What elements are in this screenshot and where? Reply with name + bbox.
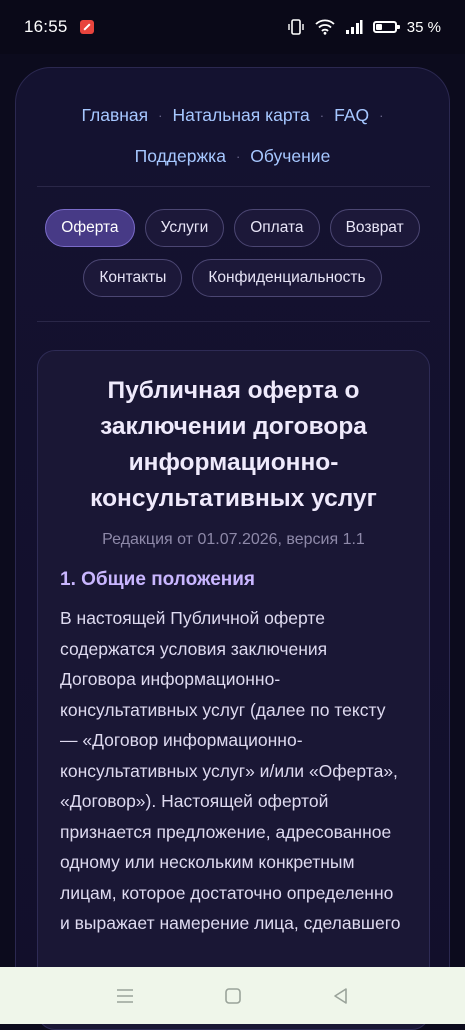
home-icon[interactable] [223, 986, 243, 1006]
content-frame: Главная · Натальная карта · FAQ · Поддер… [15, 67, 450, 1030]
divider [37, 186, 430, 187]
battery-icon [372, 21, 400, 33]
section-title: 1. Общие положения [60, 569, 256, 590]
signal-icon [345, 19, 363, 35]
battery-percent: 35 % [406, 18, 441, 36]
document-title: Публичная оферта о заключении договора и… [90, 377, 377, 512]
status-time: 16:55 [24, 17, 68, 36]
vibrate-icon [287, 18, 305, 36]
tab-contacts[interactable]: Контакты [83, 259, 183, 297]
menu-icon[interactable] [115, 986, 135, 1006]
document-body: В настоящей Публичной оферте содержатся … [60, 608, 401, 933]
nav-separator: · [319, 108, 325, 123]
nav-link-natal-chart[interactable]: Натальная карта [172, 95, 309, 136]
tab-refund[interactable]: Возврат [329, 209, 420, 247]
nav-separator: · [235, 149, 241, 164]
nav-separator: · [379, 108, 384, 123]
nav-row-2: Поддержка · Обучение [16, 136, 449, 177]
notification-icon [79, 20, 94, 34]
system-navigation-bar [0, 967, 465, 1024]
back-icon[interactable] [331, 986, 351, 1006]
nav-link-faq[interactable]: FAQ [334, 95, 369, 136]
nav-link-home[interactable]: Главная [82, 95, 149, 136]
tab-payment[interactable]: Оплата [234, 209, 320, 247]
tab-row-2: Контакты Конфиденциальность [16, 259, 449, 297]
divider [37, 321, 430, 322]
document-tabs: Оферта Услуги Оплата Возврат Контакты Ко… [16, 209, 449, 309]
nav-separator: · [158, 108, 163, 123]
tab-services[interactable]: Услуги [144, 209, 225, 247]
nav-row-1: Главная · Натальная карта · FAQ · [16, 95, 449, 136]
tab-row-1: Оферта Услуги Оплата Возврат [16, 209, 449, 247]
document-card: Публичная оферта о заключении договора и… [37, 350, 430, 1030]
tab-privacy[interactable]: Конфиденциальность [192, 259, 382, 297]
nav-link-learning[interactable]: Обучение [250, 136, 330, 177]
wifi-icon [315, 19, 335, 35]
nav-link-support[interactable]: Поддержка [135, 136, 226, 177]
document-edition: Редакция от 01.07.2026, версия 1.1 [102, 531, 365, 548]
status-bar: 16:55 35 % [0, 0, 465, 54]
tab-offer[interactable]: Оферта [45, 209, 135, 247]
top-navigation: Главная · Натальная карта · FAQ · Поддер… [16, 95, 449, 177]
status-icons: 35 % [287, 18, 441, 36]
